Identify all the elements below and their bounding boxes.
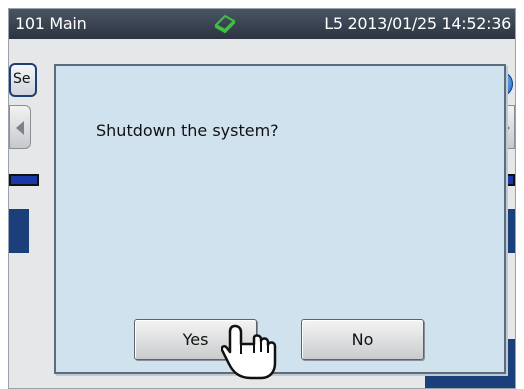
- dialog-message: Shutdown the system?: [96, 121, 279, 140]
- chevron-left-icon: [16, 121, 24, 135]
- location-label: 101 Main: [15, 14, 87, 33]
- no-button[interactable]: No: [301, 319, 424, 360]
- background-indicator-left: [9, 174, 39, 186]
- status-bar: 101 Main L5 2013/01/25 14:52:36: [9, 9, 515, 39]
- background-tab-label: Se: [13, 71, 31, 87]
- shutdown-dialog: Shutdown the system? Yes No: [54, 64, 506, 374]
- background-tab[interactable]: Se: [9, 63, 37, 97]
- background-panel-left: [9, 209, 29, 253]
- hand-pointer-icon: [221, 324, 277, 380]
- nav-left-button[interactable]: [9, 105, 31, 149]
- status-datetime: L5 2013/01/25 14:52:36: [324, 14, 511, 33]
- device-icon: [214, 13, 236, 37]
